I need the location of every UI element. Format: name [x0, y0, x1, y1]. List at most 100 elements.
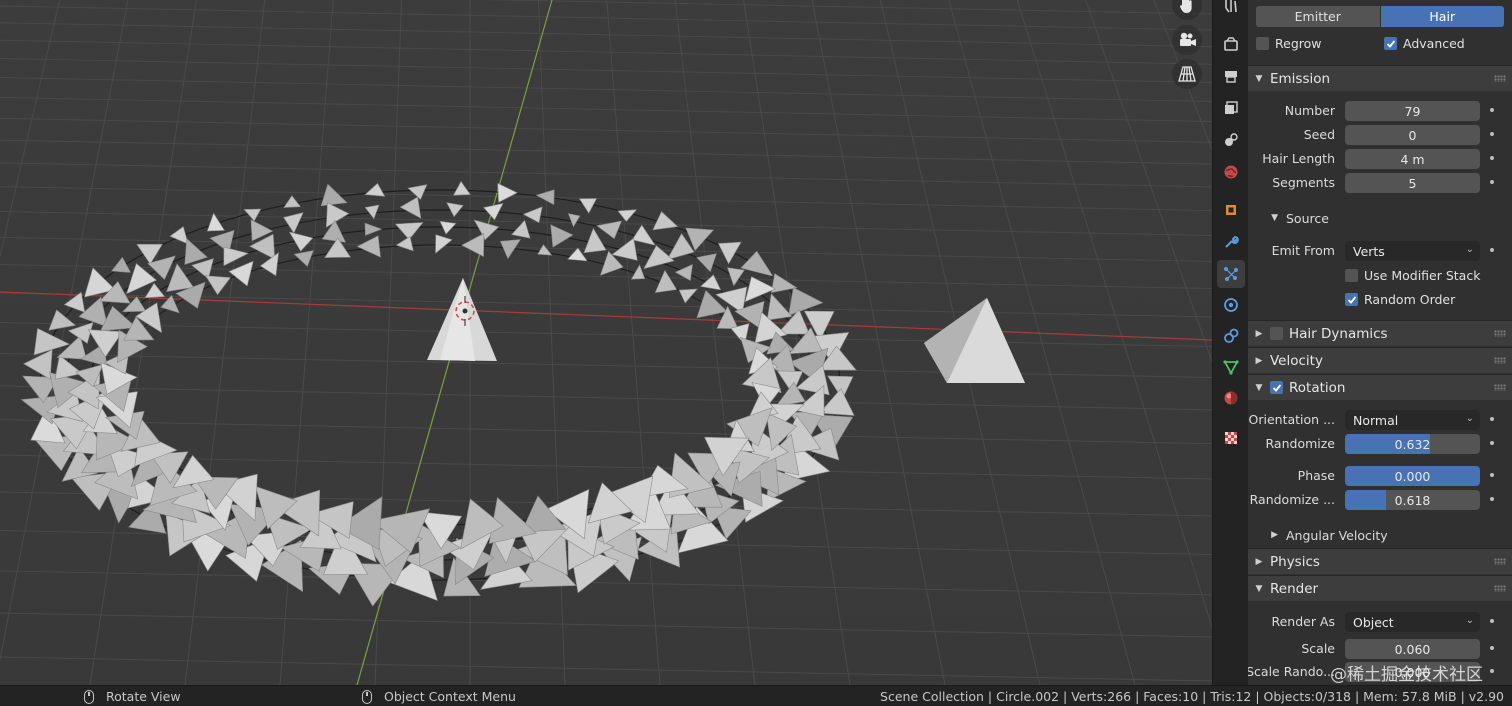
- randomize-phase-label: Randomize ...: [1249, 492, 1335, 507]
- render-as-value: Object: [1353, 614, 1394, 630]
- drag-grip-icon[interactable]: [1494, 585, 1506, 592]
- context-menu-label: Object Context Menu: [384, 689, 516, 704]
- render-icon[interactable]: [1217, 30, 1245, 58]
- hair-dynamics-title: Hair Dynamics: [1289, 325, 1388, 342]
- keyframe-dot-icon[interactable]: [1490, 132, 1494, 136]
- keyframe-dot-icon[interactable]: [1490, 156, 1494, 160]
- keyframe-dot-icon[interactable]: [1490, 497, 1494, 501]
- emission-panel-header[interactable]: ▼ Emission: [1248, 65, 1512, 91]
- world-icon[interactable]: [1217, 158, 1245, 186]
- expanded-triangle-icon: ▼: [1255, 73, 1263, 84]
- 3d-viewport[interactable]: [0, 0, 1212, 685]
- emit-from-dropdown[interactable]: Verts ⌄: [1345, 241, 1480, 261]
- checkmark-icon[interactable]: [1270, 381, 1283, 394]
- keyframe-dot-icon[interactable]: [1490, 417, 1494, 421]
- hair-option[interactable]: Hair: [1380, 6, 1504, 27]
- render-as-dropdown[interactable]: Object ⌄: [1345, 612, 1480, 632]
- collapsed-triangle-icon: ▶: [1255, 556, 1263, 567]
- keyframe-dot-icon[interactable]: [1490, 248, 1494, 252]
- velocity-panel-header[interactable]: ▶ Velocity: [1248, 347, 1512, 373]
- object-icon[interactable]: [1217, 196, 1245, 224]
- render-panel-header[interactable]: ▼ Render: [1248, 575, 1512, 601]
- keyframe-dot-icon[interactable]: [1490, 619, 1494, 623]
- keyframe-dot-icon[interactable]: [1490, 441, 1494, 445]
- orientation-dropdown[interactable]: Normal ⌄: [1345, 410, 1480, 430]
- keyframe-dot-icon[interactable]: [1490, 646, 1494, 650]
- hair-length-label: Hair Length: [1262, 151, 1335, 166]
- seed-row: Seed 0: [1248, 124, 1512, 146]
- collapsed-triangle-icon: ▶: [1255, 355, 1263, 366]
- segments-field[interactable]: 5: [1345, 173, 1480, 193]
- angular-velocity-title: Angular Velocity: [1286, 527, 1388, 543]
- scene-canvas[interactable]: [0, 0, 1212, 685]
- expanded-triangle-icon: ▼: [1255, 583, 1263, 594]
- number-label: Number: [1284, 103, 1335, 118]
- data-icon[interactable]: [1217, 353, 1245, 381]
- expanded-triangle-icon: ▼: [1271, 213, 1278, 223]
- drag-grip-icon[interactable]: [1494, 384, 1506, 391]
- emit-from-value: Verts: [1353, 243, 1385, 259]
- material-icon[interactable]: [1217, 384, 1245, 412]
- hair-dynamics-checkbox[interactable]: [1270, 327, 1283, 340]
- physics-icon[interactable]: [1217, 291, 1245, 319]
- regrow-checkbox[interactable]: Regrow: [1256, 36, 1321, 51]
- scale-random-label: Scale Rando...: [1248, 664, 1335, 679]
- chevron-down-icon: ⌄: [1465, 615, 1474, 626]
- rotation-panel-header[interactable]: ▼ Rotation: [1248, 374, 1512, 400]
- use-modifier-stack-box[interactable]: [1345, 269, 1358, 282]
- segments-row: Segments 5: [1248, 172, 1512, 194]
- texture-icon[interactable]: [1217, 424, 1245, 452]
- particles-icon[interactable]: [1217, 260, 1245, 288]
- phase-value: 0.000: [1394, 468, 1431, 484]
- scene-stats: Scene Collection | Circle.002 | Verts:26…: [880, 689, 1504, 704]
- randomize-phase-slider-fill: [1345, 490, 1387, 510]
- rotate-view-hint: Rotate View: [84, 689, 181, 704]
- keyframe-dot-icon[interactable]: [1490, 180, 1494, 184]
- use-modifier-stack-checkbox[interactable]: Use Modifier Stack: [1345, 268, 1480, 283]
- advanced-checkbox[interactable]: Advanced: [1384, 36, 1465, 51]
- drag-grip-icon[interactable]: [1494, 357, 1506, 364]
- source-subpanel-header[interactable]: ▼ Source: [1248, 206, 1512, 230]
- randomize-value: 0.632: [1394, 436, 1431, 452]
- phase-label: Phase: [1297, 468, 1335, 483]
- drag-grip-icon[interactable]: [1494, 330, 1506, 337]
- drag-grip-icon[interactable]: [1494, 558, 1506, 565]
- scale-field[interactable]: 0.060: [1345, 639, 1480, 659]
- checkmark-icon[interactable]: [1345, 293, 1358, 306]
- rotation-title: Rotation: [1289, 379, 1346, 396]
- random-order-checkbox[interactable]: Random Order: [1345, 292, 1455, 307]
- emission-title: Emission: [1270, 70, 1331, 87]
- hair-length-field[interactable]: 4 m: [1345, 149, 1480, 169]
- chevron-down-icon: ⌄: [1465, 244, 1474, 255]
- segments-label: Segments: [1272, 175, 1335, 190]
- hair-dynamics-panel-header[interactable]: ▶ Hair Dynamics: [1248, 320, 1512, 346]
- tool-icon[interactable]: [1217, 0, 1245, 20]
- emit-from-row: Emit From Verts ⌄: [1248, 240, 1512, 262]
- checkmark-icon[interactable]: [1384, 37, 1397, 50]
- output-icon[interactable]: [1217, 62, 1245, 90]
- camera-icon[interactable]: [1172, 25, 1202, 55]
- scene-icon[interactable]: [1217, 126, 1245, 154]
- chevron-down-icon: ⌄: [1465, 413, 1474, 424]
- emitter-option[interactable]: Emitter: [1256, 6, 1380, 27]
- drag-grip-icon[interactable]: [1494, 75, 1506, 82]
- view-layer-icon[interactable]: [1217, 94, 1245, 122]
- randomize-slider[interactable]: 0.632: [1345, 434, 1480, 454]
- keyframe-dot-icon[interactable]: [1490, 473, 1494, 477]
- number-field[interactable]: 79: [1345, 101, 1480, 121]
- seed-field[interactable]: 0: [1345, 125, 1480, 145]
- orientation-row: Orientation ... Normal ⌄: [1248, 409, 1512, 431]
- number-row: Number 79: [1248, 100, 1512, 122]
- randomize-phase-value: 0.618: [1394, 492, 1431, 508]
- perspective-grid-icon[interactable]: [1172, 59, 1202, 89]
- keyframe-dot-icon[interactable]: [1490, 108, 1494, 112]
- modifier-icon[interactable]: [1217, 228, 1245, 256]
- angular-velocity-subpanel-header[interactable]: ▶ Angular Velocity: [1248, 523, 1512, 547]
- constraints-icon[interactable]: [1217, 322, 1245, 350]
- scale-row: Scale 0.060: [1248, 638, 1512, 660]
- keyframe-dot-icon[interactable]: [1490, 669, 1494, 673]
- phase-slider[interactable]: 0.000: [1345, 466, 1480, 486]
- randomize-phase-slider[interactable]: 0.618: [1345, 490, 1480, 510]
- physics-panel-header[interactable]: ▶ Physics: [1248, 548, 1512, 574]
- regrow-checkbox-box[interactable]: [1256, 37, 1269, 50]
